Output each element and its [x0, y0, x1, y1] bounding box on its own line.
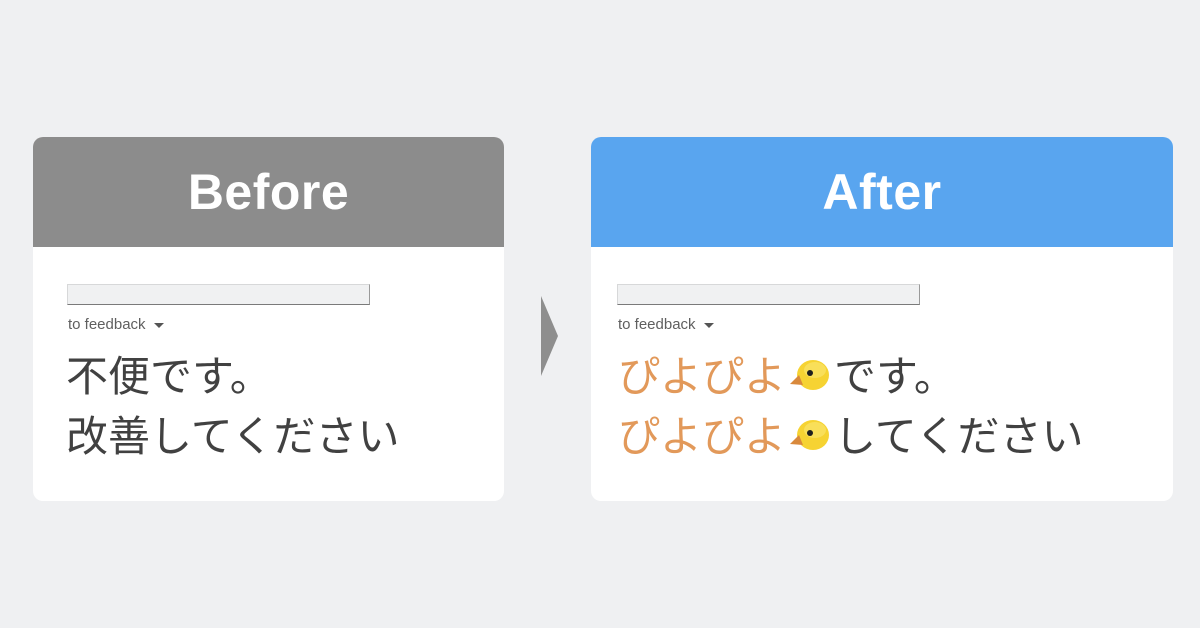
after-line-2: ぴよぴよ してください	[618, 407, 1084, 467]
before-line-1: 不便です。	[66, 352, 272, 401]
feedback-input[interactable]	[617, 284, 920, 305]
before-header: Before	[33, 137, 504, 247]
to-feedback-dropdown[interactable]: to feedback	[68, 316, 164, 333]
piyopiyo-text: ぴよぴよ	[618, 412, 787, 461]
piyopiyo-text: ぴよぴよ	[618, 352, 787, 401]
to-feedback-dropdown[interactable]: to feedback	[618, 316, 714, 333]
rest-text: です。	[834, 352, 956, 401]
after-card: After to feedback ぴよぴよ です。 ぴよぴよ してください	[591, 137, 1173, 501]
caret-down-icon	[153, 323, 164, 328]
rest-text: してください	[834, 412, 1084, 461]
before-card: Before to feedback 不便です。 改善してください	[33, 137, 504, 501]
after-message: ぴよぴよ です。 ぴよぴよ してください	[618, 347, 1084, 467]
after-header: After	[591, 137, 1173, 247]
to-feedback-label: to feedback	[618, 316, 696, 333]
caret-down-icon	[703, 323, 714, 328]
baby-chick-icon	[790, 360, 830, 390]
to-feedback-label: to feedback	[68, 316, 146, 333]
before-message: 不便です。 改善してください	[66, 347, 399, 467]
baby-chick-icon	[790, 420, 830, 450]
before-line-2: 改善してください	[66, 412, 400, 461]
after-title: After	[822, 164, 942, 220]
after-line-1: ぴよぴよ です。	[618, 347, 1084, 407]
before-title: Before	[187, 164, 350, 220]
feedback-input[interactable]	[67, 284, 370, 305]
arrow-right-icon	[541, 296, 558, 376]
